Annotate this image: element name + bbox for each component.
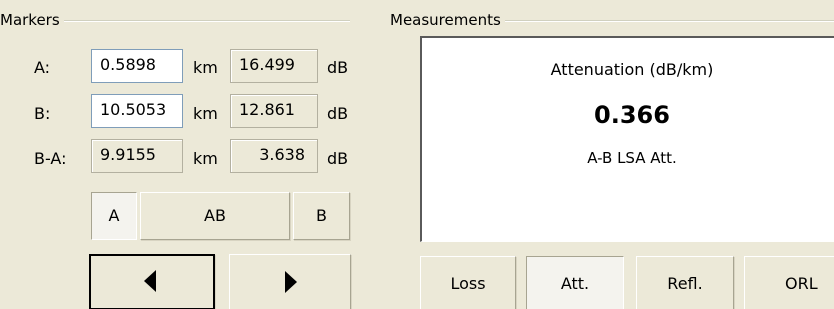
tab-att[interactable]: Att.	[526, 256, 624, 309]
measurement-display: Attenuation (dB/km) 0.366 A-B LSA Att.	[420, 36, 834, 242]
marker-b-minus-a-level-unit: dB	[327, 149, 349, 168]
marker-a-level-field: 16.499	[230, 49, 318, 83]
marker-b-minus-a-distance-field: 9.9155	[91, 139, 183, 173]
triangle-left-icon	[144, 270, 156, 292]
tab-orl[interactable]: ORL	[744, 256, 834, 309]
move-marker-right-button[interactable]	[229, 254, 351, 309]
marker-a-level-unit: dB	[327, 58, 349, 77]
marker-select-ab-button[interactable]: AB	[140, 192, 290, 240]
measurement-display-subtitle: A-B LSA Att.	[587, 149, 677, 167]
measurement-display-title: Attenuation (dB/km)	[550, 60, 714, 79]
marker-b-minus-a-distance-unit: km	[193, 149, 218, 168]
tab-refl[interactable]: Refl.	[636, 256, 734, 309]
marker-a-distance-unit: km	[193, 58, 218, 77]
marker-select-b-button[interactable]: B	[293, 192, 350, 240]
marker-a-distance-field[interactable]: 0.5898	[91, 49, 183, 83]
marker-a-label: A:	[34, 58, 51, 77]
otdr-markers-measurements-panel: Markers A: 0.5898 km 16.499 dB B: 10.505…	[0, 0, 834, 309]
measurement-display-value: 0.366	[594, 101, 670, 129]
marker-b-level-field: 12.861	[230, 94, 318, 128]
triangle-right-icon	[285, 271, 297, 293]
marker-b-level-unit: dB	[327, 104, 349, 123]
tab-loss[interactable]: Loss	[420, 256, 516, 309]
marker-b-minus-a-level-field: 3.638	[230, 139, 318, 173]
marker-b-label: B:	[34, 104, 51, 123]
marker-b-distance-unit: km	[193, 104, 218, 123]
move-marker-left-button[interactable]	[89, 254, 215, 309]
marker-b-minus-a-label: B-A:	[34, 149, 67, 168]
measurements-group-title: Measurements	[390, 11, 505, 29]
markers-group-title: Markers	[0, 11, 64, 29]
marker-select-a-button[interactable]: A	[91, 192, 137, 240]
marker-b-distance-field[interactable]: 10.5053	[91, 94, 183, 128]
